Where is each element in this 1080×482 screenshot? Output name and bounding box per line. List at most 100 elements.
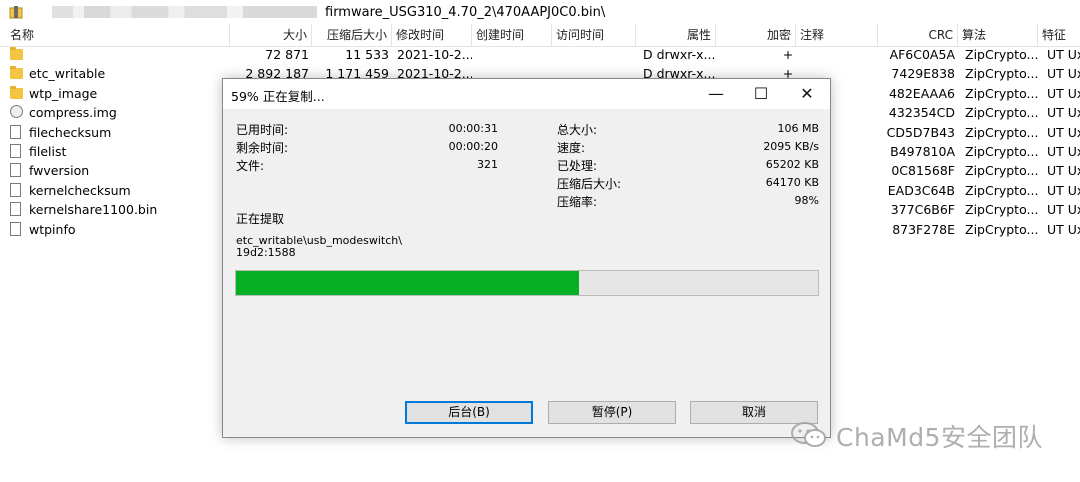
elapsed-value: 00:00:31 (448, 122, 498, 135)
remaining-label: 剩余时间: (236, 141, 289, 155)
row-size: 72 871 (265, 47, 309, 62)
path-bar: firmware_USG310_4.70_2\470AAPJ0C0.bin\ (0, 0, 1080, 25)
col-method[interactable]: 算法 (958, 24, 1038, 46)
file-list-header: 名称 大小 压缩后大小 修改时间 创建时间 访问时间 属性 加密 注释 CRC … (0, 24, 1080, 47)
row-char: UT Ux (1047, 163, 1080, 179)
blurred-path-prefix (52, 6, 317, 18)
col-crc[interactable]: CRC (878, 24, 958, 46)
row-name (26, 45, 226, 64)
files-label: 文件: (236, 159, 265, 173)
current-file: 19d2:1588 (236, 246, 296, 259)
minimize-icon: — (708, 84, 724, 103)
row-packed: 11 533 (345, 47, 389, 62)
close-icon: ✕ (800, 84, 814, 103)
total-size-label: 总大小: (557, 123, 598, 137)
col-modified[interactable]: 修改时间 (392, 24, 472, 46)
row-char: UT Ux (1047, 47, 1080, 62)
file-icon (10, 202, 24, 217)
row-char: UT Ux (1047, 221, 1080, 237)
row-crc: 873F278E (892, 221, 955, 237)
row-method: ZipCrypto... (965, 202, 1039, 218)
elapsed-label: 已用时间: (236, 123, 289, 137)
close-button[interactable]: ✕ (784, 79, 830, 109)
row-method: ZipCrypto... (965, 221, 1039, 237)
row-crc: 432354CD (888, 105, 955, 121)
maximize-button[interactable]: ☐ (738, 79, 784, 109)
row-method: ZipCrypto... (965, 163, 1039, 179)
col-created[interactable]: 创建时间 (472, 24, 552, 46)
ratio-label: 压缩率: (557, 195, 598, 209)
processed-label: 已处理: (557, 159, 598, 173)
copy-progress-dialog: 59% 正在复制... — ☐ ✕ 已用时间: 00:00:31 剩余时间: 0… (222, 78, 831, 438)
row-name: fwversion (29, 163, 90, 179)
col-attributes[interactable]: 属性 (636, 24, 716, 46)
col-accessed[interactable]: 访问时间 (552, 24, 636, 46)
row-crc: 0C81568F (891, 163, 955, 179)
minimize-button[interactable]: — (693, 79, 739, 109)
row-char: UT Ux (1047, 124, 1080, 140)
pause-button[interactable]: 暂停(P) (548, 401, 676, 424)
row-method: ZipCrypto... (965, 85, 1039, 101)
row-name: wtp_image (29, 85, 98, 101)
col-size[interactable]: 大小 (230, 24, 312, 46)
row-name: kernelshare1100.bin (29, 202, 158, 218)
disk-image-icon (10, 105, 24, 120)
row-crc: B497810A (890, 144, 955, 159)
row-name: filechecksum (29, 124, 112, 140)
progress-bar (235, 270, 819, 296)
file-icon (10, 182, 24, 198)
remaining-value: 00:00:20 (448, 140, 498, 153)
file-icon (10, 221, 24, 237)
row-method: ZipCrypto... (965, 105, 1039, 121)
col-comment[interactable]: 注释 (796, 24, 878, 46)
row-crc: AF6C0A5A (889, 47, 955, 62)
row-name: compress.img (29, 105, 117, 121)
watermark-text: ChaMd5安全团队 (836, 423, 1043, 452)
row-mtime: 2021-10-2... (397, 47, 472, 62)
row-method: ZipCrypto... (965, 124, 1039, 140)
col-name[interactable]: 名称 (0, 24, 230, 46)
watermark: ChaMd5安全团队 (790, 418, 1060, 452)
row-char: UT Ux (1047, 105, 1080, 121)
row-crc: 482EAAA6 (888, 85, 955, 101)
row-char: UT Ux (1047, 144, 1080, 159)
file-icon (10, 163, 24, 178)
row-name: etc_writable (29, 66, 106, 82)
files-value: 321 (477, 158, 498, 171)
row-method: ZipCrypto... (965, 66, 1039, 82)
table-row[interactable]: 72 871 11 533 2021-10-2... D drwxr-x... + AF6… (0, 45, 1080, 65)
row-crc: CD5D7B43 (886, 124, 955, 140)
row-char: UT Ux (1047, 182, 1080, 198)
dialog-title: 59% 正在复制... (231, 89, 325, 104)
compressed-size-label: 压缩后大小: (557, 177, 622, 191)
col-encrypted[interactable]: 加密 (716, 24, 796, 46)
dialog-titlebar[interactable]: 59% 正在复制... — ☐ ✕ (223, 79, 830, 109)
speed-value: 2095 KB/s (763, 140, 819, 153)
row-name: wtpinfo (29, 221, 76, 237)
status-text: 正在提取 (236, 212, 285, 226)
row-name: kernelchecksum (29, 182, 131, 198)
row-name: filelist (29, 144, 67, 159)
col-packed-size[interactable]: 压缩后大小 (312, 24, 392, 46)
ratio-value: 98% (794, 194, 819, 207)
col-characteristics[interactable]: 特征 (1038, 24, 1080, 46)
row-crc: 377C6B6F (890, 202, 955, 218)
progress-bar-fill (236, 271, 580, 295)
row-crc: EAD3C64B (887, 182, 955, 198)
folder-icon (10, 85, 24, 101)
row-enc: + (782, 47, 794, 62)
row-char: UT Ux (1047, 85, 1080, 101)
row-attr: D drwxr-x... (643, 47, 716, 62)
compressed-size-value: 64170 KB (765, 176, 819, 189)
background-button[interactable]: 后台(B) (405, 401, 533, 424)
row-method: ZipCrypto... (965, 144, 1039, 159)
row-char: UT Ux (1047, 202, 1080, 218)
row-char: UT Ux (1047, 66, 1080, 82)
speed-label: 速度: (557, 141, 586, 155)
row-method: ZipCrypto... (965, 47, 1039, 62)
path-text[interactable]: firmware_USG310_4.70_2\470AAPJ0C0.bin\ (325, 5, 605, 20)
maximize-icon: ☐ (753, 84, 769, 103)
folder-icon (10, 66, 24, 81)
row-crc: 7429E838 (891, 66, 955, 82)
row-method: ZipCrypto... (965, 182, 1039, 198)
